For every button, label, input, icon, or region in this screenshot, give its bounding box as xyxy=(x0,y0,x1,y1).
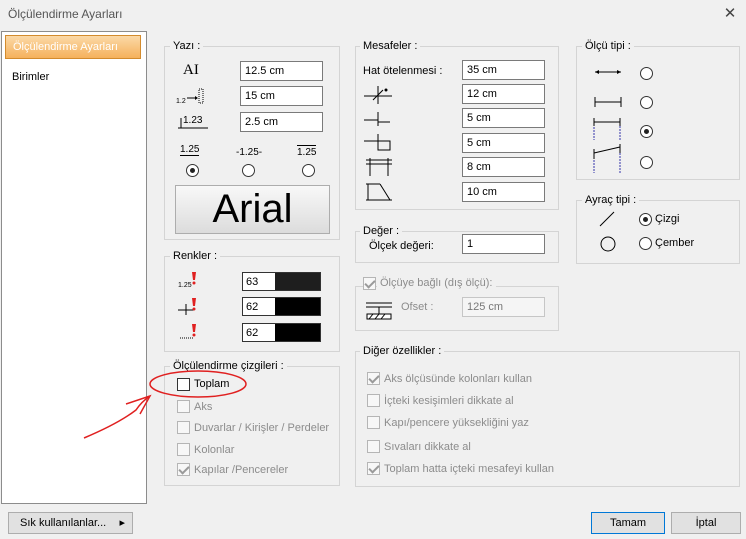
extension-dimension-icon xyxy=(593,118,621,140)
icteki-kesisim-label: İçteki kesişimleri dikkate al xyxy=(384,395,514,407)
mesafe-input-4[interactable]: 5 cm xyxy=(462,133,545,153)
aks-kolonlari-label: Aks ölçüsünde kolonları kullan xyxy=(384,373,532,385)
kolonlar-label: Kolonlar xyxy=(194,444,235,456)
close-icon[interactable]: ✕ xyxy=(722,4,738,22)
ofset-label: Ofset : xyxy=(401,301,434,313)
cizgi-label: Çizgi xyxy=(655,213,680,225)
olcu-tipi-radio-4[interactable] xyxy=(640,156,653,169)
ayrac-tipi-label: Ayraç tipi : xyxy=(582,194,640,206)
svg-text:AI: AI xyxy=(183,62,199,78)
olcu-tipi-radio-3[interactable] xyxy=(640,125,653,138)
extension-color-icon xyxy=(180,324,196,339)
mesafe-input-3[interactable]: 5 cm xyxy=(462,108,545,128)
hat-otelenmesi-input[interactable]: 35 cm xyxy=(462,60,545,80)
svg-text:1.2: 1.2 xyxy=(176,98,186,105)
extension-overshoot-icon xyxy=(364,134,391,151)
kapilar-label: Kapılar /Pencereler xyxy=(194,464,289,476)
kapi-yukseklik-checkbox[interactable] xyxy=(367,416,380,429)
olcek-degeri-input[interactable]: 1 xyxy=(462,234,545,254)
sivalar-checkbox[interactable] xyxy=(367,440,380,453)
dimension-spacing-icon xyxy=(366,158,392,176)
text-offset-input[interactable]: 15 cm xyxy=(240,86,323,106)
line-color-icon xyxy=(178,298,196,315)
frequent-settings-button[interactable]: Sık kullanılanlar... ▸ xyxy=(8,512,133,534)
diger-label: Diğer özellikler : xyxy=(360,345,445,357)
chevron-right-icon: ▸ xyxy=(119,517,125,529)
cember-radio[interactable] xyxy=(639,237,652,250)
toplam-icteki-checkbox[interactable] xyxy=(367,462,380,475)
aks-kolonlari-checkbox[interactable] xyxy=(367,372,380,385)
offset-line-icon xyxy=(364,86,392,104)
mesafe-input-2[interactable]: 12 cm xyxy=(462,84,545,104)
text-color-swatch[interactable]: 63 xyxy=(242,272,321,291)
tick-dimension-icon xyxy=(594,97,622,107)
olcek-degeri-label: Ölçek değeri: xyxy=(369,240,434,252)
deger-label: Değer : xyxy=(360,225,403,237)
hat-otelenmesi-label: Hat ötelenmesi : xyxy=(363,65,443,77)
extension-gap-icon xyxy=(364,112,390,126)
font-select-button[interactable]: Arial xyxy=(175,185,330,234)
kapi-yukseklik-label: Kapı/pencere yüksekliğini yaz xyxy=(384,417,529,429)
text-offset-icon: 1.2 xyxy=(176,88,204,105)
window-title: Ölçülendirme Ayarları xyxy=(8,7,123,21)
icteki-kesisim-checkbox[interactable] xyxy=(367,394,380,407)
cember-label: Çember xyxy=(655,237,695,249)
cancel-button[interactable]: İptal xyxy=(671,512,741,534)
olcuye-bagli-label: Ölçüye bağlı (dış ölçü): xyxy=(377,277,496,289)
circle-separator-icon xyxy=(600,236,616,252)
mesafeler-label: Mesafeler : xyxy=(360,40,421,52)
mesafe-input-5[interactable]: 8 cm xyxy=(462,157,545,177)
outer-dimension-icon xyxy=(366,302,392,320)
sidebar-item-birimler[interactable]: Birimler xyxy=(12,70,49,84)
olcu-tipi-radio-1[interactable] xyxy=(640,67,653,80)
ok-button[interactable]: Tamam xyxy=(591,512,665,534)
sidebar-item-olculendirme[interactable]: Ölçülendirme Ayarları xyxy=(5,35,141,59)
text-color-icon: 1.25 xyxy=(178,272,196,289)
olcu-tipi-radio-2[interactable] xyxy=(640,96,653,109)
renkler-label: Renkler : xyxy=(170,250,221,262)
slash-separator-icon xyxy=(599,211,615,227)
text-spacing-icon xyxy=(366,183,392,201)
yazi-label: Yazı : xyxy=(170,40,204,52)
svg-text:1.25: 1.25 xyxy=(178,282,192,289)
text-distance-icon: 1.23 xyxy=(178,115,208,129)
kolonlar-checkbox[interactable] xyxy=(177,443,190,456)
kapilar-checkbox[interactable] xyxy=(177,463,190,476)
align-middle-label: -1.25- xyxy=(236,147,263,158)
olcu-tipi-label: Ölçü tipi : xyxy=(582,40,634,52)
red-circle-annotation xyxy=(83,370,247,439)
text-height-icon: AI xyxy=(183,62,199,78)
ofset-input[interactable]: 125 cm xyxy=(462,297,545,317)
align-middle-radio[interactable] xyxy=(242,164,255,177)
sivalar-label: Sıvaları dikkate al xyxy=(384,441,471,453)
cizgi-radio[interactable] xyxy=(639,213,652,226)
text-height-input[interactable]: 12.5 cm xyxy=(240,61,323,81)
toplam-icteki-label: Toplam hatta içteki mesafeyi kullan xyxy=(384,463,554,475)
olcuye-bagli-checkbox[interactable] xyxy=(363,277,376,290)
extension-color-swatch[interactable]: 62 xyxy=(242,323,321,342)
align-below-radio[interactable] xyxy=(302,164,315,177)
text-distance-input[interactable]: 2.5 cm xyxy=(240,112,323,132)
align-below-label: 1.25 xyxy=(297,145,317,158)
arrow-dimension-icon xyxy=(595,70,621,74)
svg-text:1.23: 1.23 xyxy=(183,115,203,126)
align-above-label: 1.25 xyxy=(180,144,200,156)
slanted-dimension-icon xyxy=(593,144,621,173)
line-color-swatch[interactable]: 62 xyxy=(242,297,321,316)
align-above-radio[interactable] xyxy=(186,164,199,177)
mesafe-input-6[interactable]: 10 cm xyxy=(462,182,545,202)
